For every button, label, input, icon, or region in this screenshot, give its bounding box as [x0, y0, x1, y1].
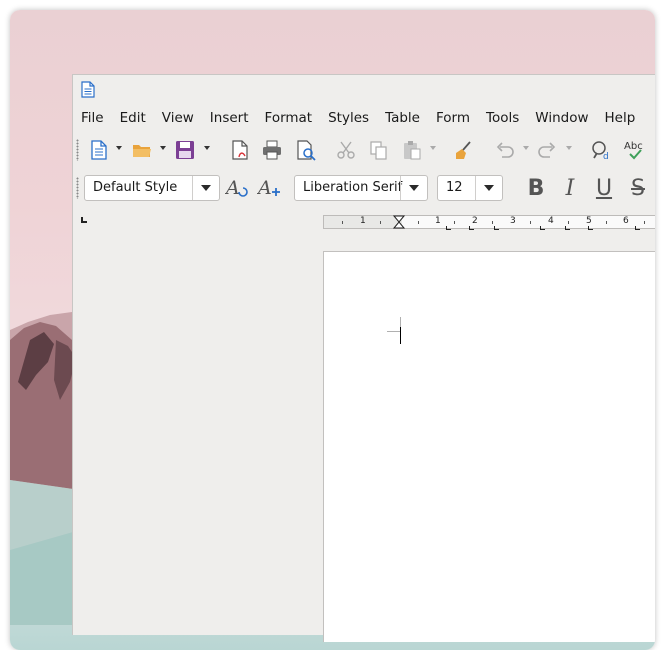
italic-button[interactable]: I — [556, 175, 584, 201]
menu-bar: File Edit View Insert Format Styles Tabl… — [73, 107, 643, 129]
formatting-toolbar: Default Style A A Liberation Serif 12 B … — [73, 173, 655, 203]
ruler-tick — [644, 221, 645, 224]
ruler-label: 1 — [435, 216, 441, 226]
bold-button[interactable]: B — [522, 175, 550, 201]
svg-text:A: A — [257, 177, 272, 199]
menu-window[interactable]: Window — [527, 107, 596, 129]
redo-icon[interactable] — [535, 138, 559, 162]
ruler-label: 1 — [360, 216, 366, 226]
tab-type-selector[interactable] — [81, 217, 87, 223]
indent-marker-icon[interactable] — [393, 215, 405, 229]
document-page[interactable] — [323, 251, 655, 642]
save-dropdown-chevron-icon[interactable] — [203, 144, 211, 152]
ruler-tick — [492, 221, 493, 224]
ruler-tab-stop[interactable] — [540, 226, 545, 230]
menu-insert[interactable]: Insert — [202, 107, 257, 129]
ruler-tick — [454, 221, 455, 224]
font-size-combo[interactable]: 12 — [437, 175, 503, 201]
ruler-tick — [530, 221, 531, 224]
ruler-tab-stop[interactable] — [469, 226, 474, 230]
ruler-label: 3 — [510, 216, 516, 226]
new-style-icon[interactable]: A — [255, 175, 283, 201]
menu-file[interactable]: File — [73, 107, 112, 129]
menu-view[interactable]: View — [154, 107, 202, 129]
toolbar-grip[interactable] — [76, 139, 79, 161]
horizontal-ruler[interactable]: 1 1 2 3 4 5 6 — [323, 215, 655, 230]
menu-edit[interactable]: Edit — [112, 107, 154, 129]
svg-text:d: d — [603, 152, 609, 161]
ruler-tab-stop[interactable] — [635, 226, 640, 230]
open-dropdown-chevron-icon[interactable] — [159, 144, 167, 152]
font-size-dropdown-button[interactable] — [475, 176, 502, 200]
spellcheck-icon[interactable]: Abc — [621, 138, 651, 162]
desktop-wallpaper: File Edit View Insert Format Styles Tabl… — [10, 10, 655, 650]
undo-dropdown-chevron-icon[interactable] — [522, 144, 530, 152]
ruler-tick — [606, 221, 607, 224]
export-pdf-icon[interactable] — [228, 138, 252, 162]
document-canvas — [73, 235, 655, 642]
ruler-tick — [380, 221, 381, 224]
menu-styles[interactable]: Styles — [320, 107, 377, 129]
paragraph-style-combo[interactable]: Default Style — [84, 175, 220, 201]
strikethrough-button[interactable]: S — [624, 175, 652, 201]
new-dropdown-chevron-icon[interactable] — [115, 144, 123, 152]
clone-formatting-icon[interactable] — [451, 138, 475, 162]
open-folder-icon[interactable] — [130, 138, 154, 162]
copy-icon[interactable] — [367, 138, 391, 162]
text-boundary-corner-h — [387, 331, 400, 332]
redo-dropdown-chevron-icon[interactable] — [565, 144, 573, 152]
menu-table[interactable]: Table — [377, 107, 428, 129]
ruler-area: 1 1 2 3 4 5 6 — [73, 211, 655, 235]
title-bar[interactable] — [73, 75, 655, 103]
paste-dropdown-chevron-icon[interactable] — [429, 144, 437, 152]
menu-help[interactable]: Help — [597, 107, 644, 129]
ruler-tick — [342, 221, 343, 224]
paragraph-style-dropdown-button[interactable] — [192, 176, 219, 200]
paste-icon[interactable] — [400, 138, 424, 162]
cut-icon[interactable] — [334, 138, 358, 162]
writer-app-icon — [81, 81, 95, 98]
menu-tools[interactable]: Tools — [478, 107, 527, 129]
font-name-dropdown-button[interactable] — [400, 176, 427, 200]
font-name-value: Liberation Serif — [303, 180, 403, 195]
new-document-icon[interactable] — [87, 138, 111, 162]
find-replace-icon[interactable]: d — [589, 138, 613, 162]
paragraph-style-value: Default Style — [93, 180, 178, 195]
ruler-tab-stop[interactable] — [446, 226, 451, 230]
menu-form[interactable]: Form — [428, 107, 478, 129]
undo-icon[interactable] — [493, 138, 517, 162]
menu-format[interactable]: Format — [257, 107, 321, 129]
ruler-tick — [568, 221, 569, 224]
ruler-label: 4 — [548, 216, 554, 226]
font-size-value: 12 — [446, 180, 463, 195]
update-style-icon[interactable]: A — [223, 175, 251, 201]
formatting-toolbar-grip[interactable] — [76, 177, 79, 199]
print-preview-icon[interactable] — [294, 138, 318, 162]
print-icon[interactable] — [260, 138, 284, 162]
ruler-tab-stop[interactable] — [588, 226, 593, 230]
underline-button[interactable]: U — [590, 175, 618, 201]
ruler-tick — [418, 221, 419, 224]
standard-toolbar: d Abc — [73, 135, 655, 165]
ruler-label: 6 — [623, 216, 629, 226]
ruler-tab-stop[interactable] — [565, 226, 570, 230]
text-cursor — [400, 327, 401, 344]
font-name-combo[interactable]: Liberation Serif — [294, 175, 428, 201]
ruler-tab-stop[interactable] — [494, 226, 499, 230]
svg-text:A: A — [225, 177, 240, 199]
save-icon[interactable] — [173, 138, 197, 162]
wallpaper-mountain — [10, 312, 80, 625]
writer-window: File Edit View Insert Format Styles Tabl… — [72, 74, 655, 642]
